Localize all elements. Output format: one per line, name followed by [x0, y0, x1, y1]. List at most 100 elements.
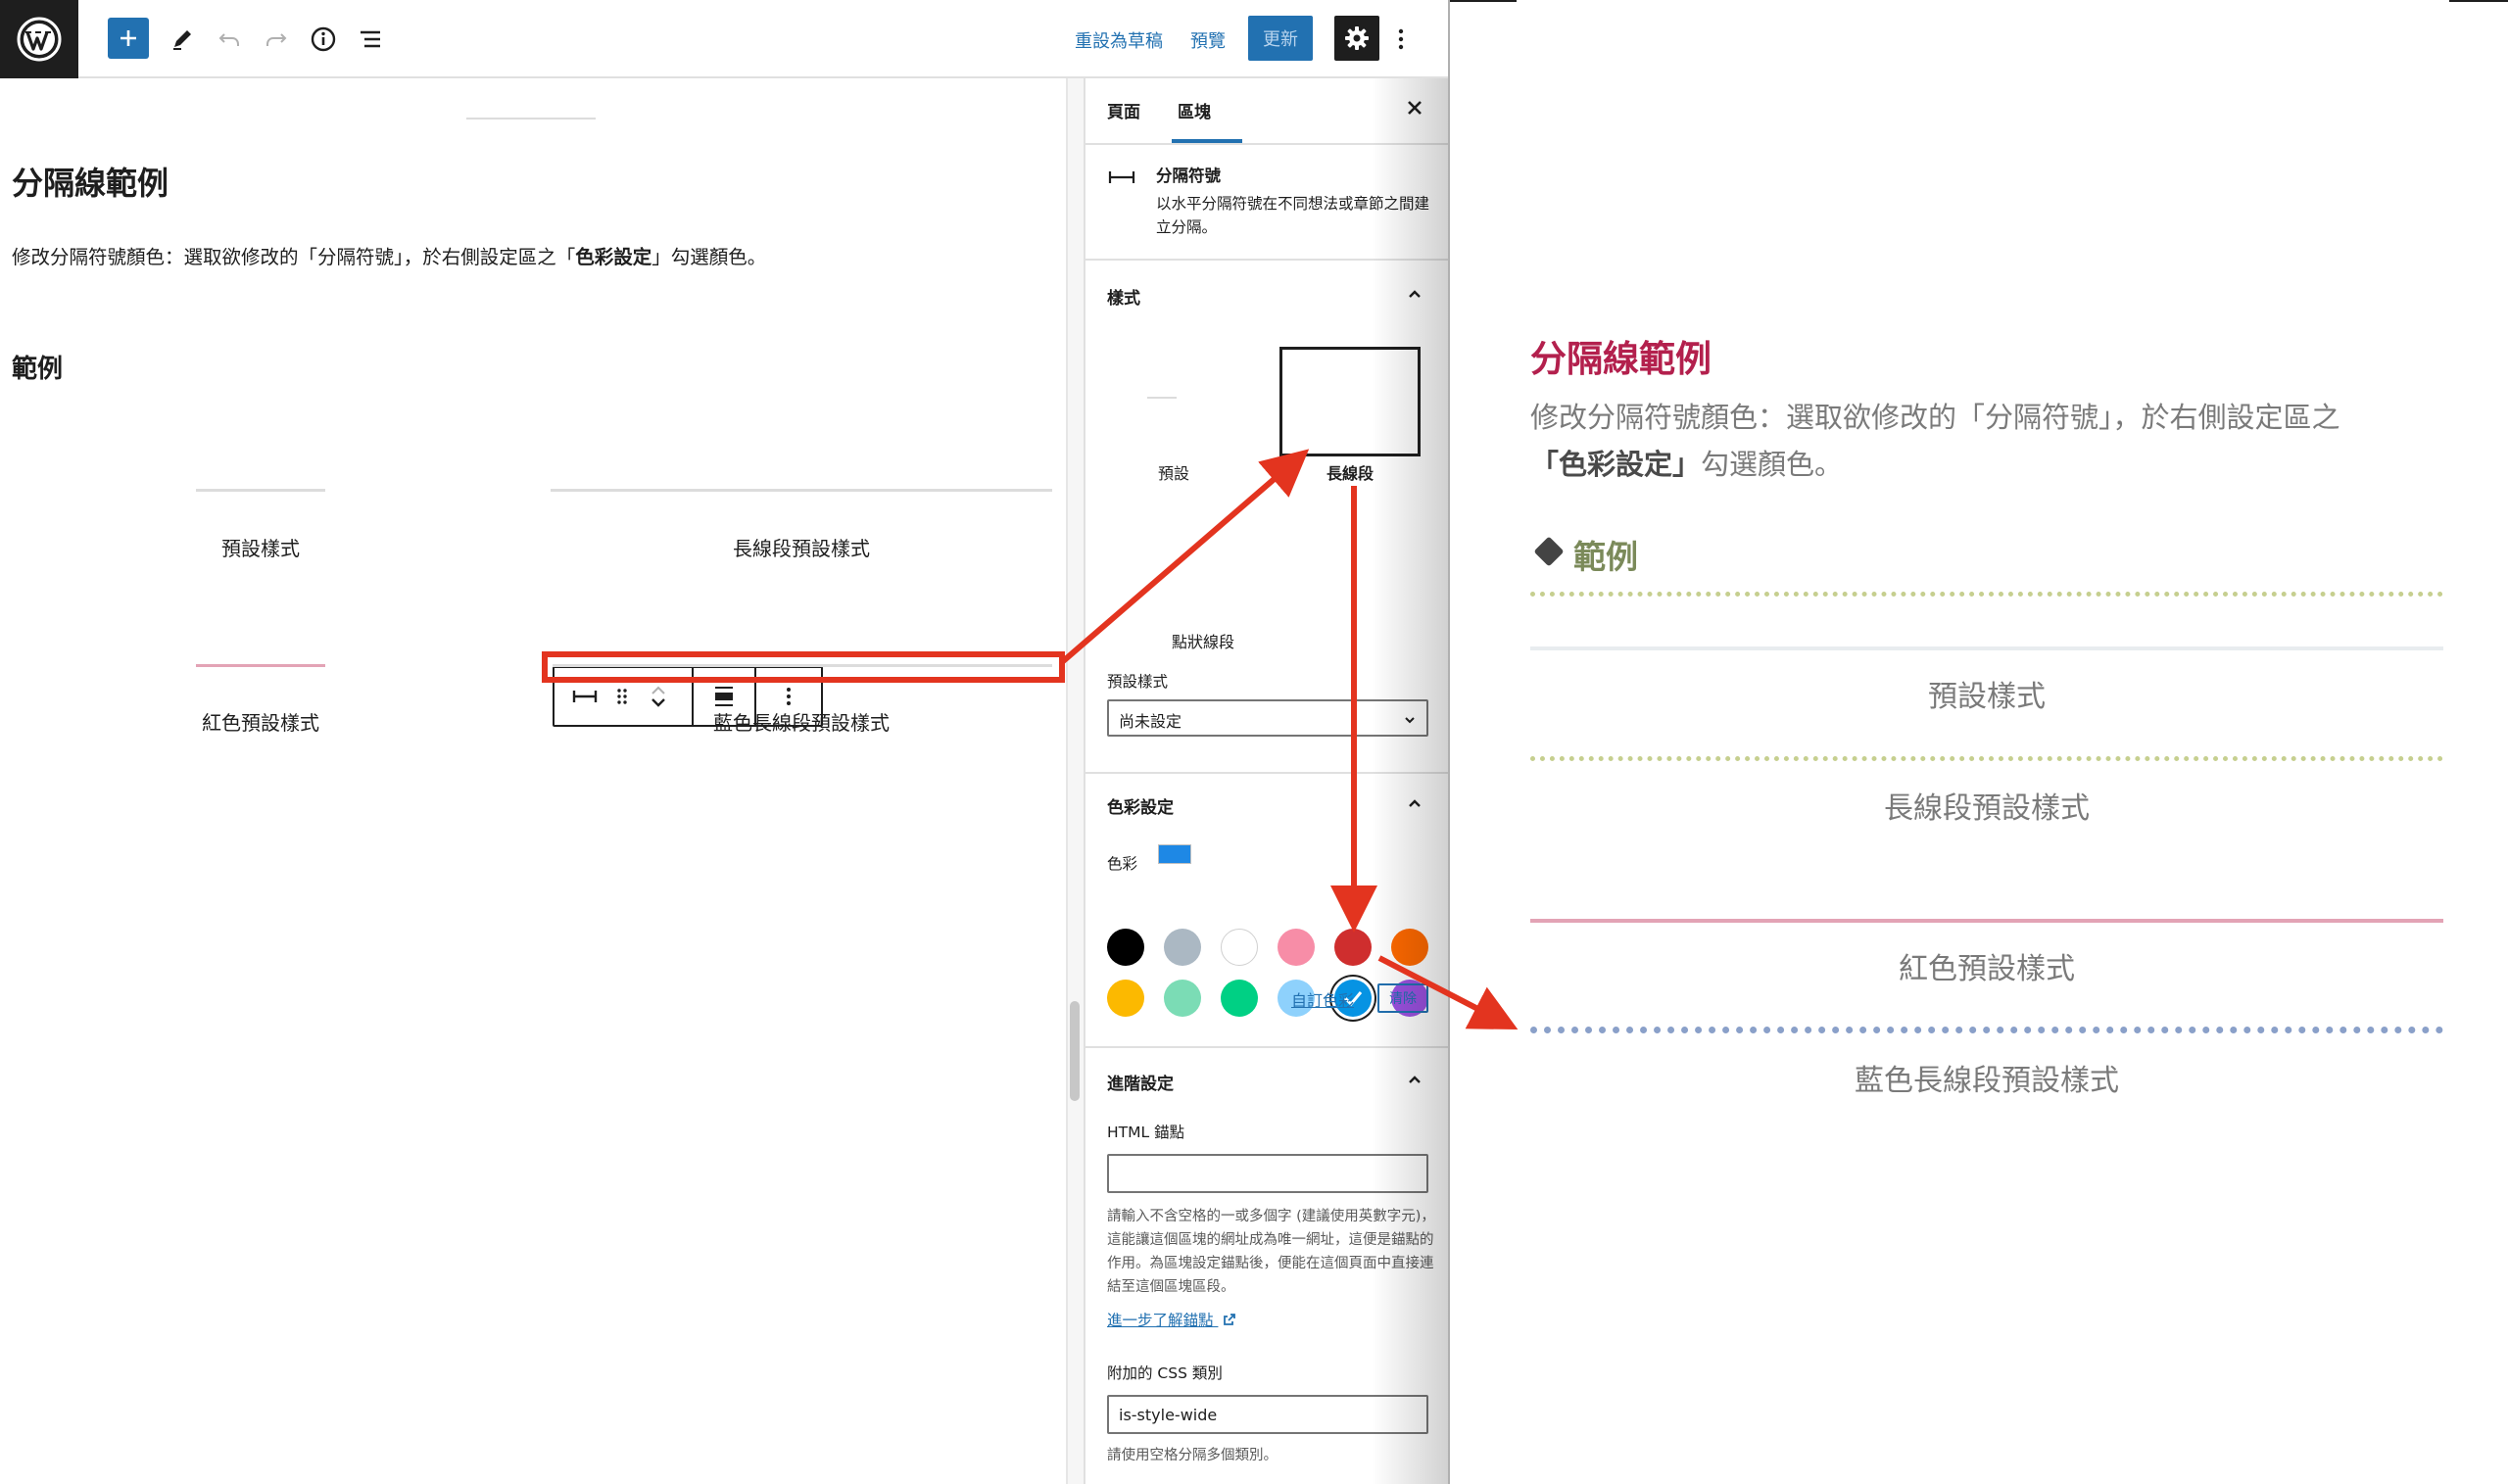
color-swatch[interactable] — [1107, 980, 1144, 1017]
divider — [1085, 143, 1450, 145]
close-icon — [1408, 101, 1422, 115]
info-icon — [311, 26, 336, 52]
chevron-up-icon[interactable] — [1407, 1072, 1423, 1087]
tab-page[interactable]: 頁面 — [1107, 98, 1140, 122]
front-end-preview: 分隔線範例 修改分隔符號顏色：選取欲修改的「分隔符號」，於右側設定區之 「色彩設… — [1448, 0, 2508, 1484]
preview-caption-default: 預設樣式 — [1928, 680, 2046, 714]
redo-icon — [266, 33, 287, 46]
custom-color-link[interactable]: 自訂色彩 — [1291, 987, 1354, 1011]
caption-red-default[interactable]: 紅色預設樣式 — [147, 707, 374, 736]
color-swatch[interactable] — [1164, 929, 1201, 966]
color-swatch[interactable] — [1391, 929, 1428, 966]
example-heading[interactable]: 範例 — [12, 349, 63, 385]
preview-top-border — [1450, 0, 1517, 2]
caption-default-style[interactable]: 預設樣式 — [147, 533, 374, 561]
switch-to-draft-button[interactable]: 重設為草稿 — [1075, 27, 1163, 53]
color-swatch[interactable] — [1278, 929, 1315, 966]
editor-canvas[interactable]: 分隔線範例 修改分隔符號顏色：選取欲修改的「分隔符號」，於右側設定區之「色彩設定… — [0, 78, 1066, 1484]
color-swatch[interactable] — [1107, 929, 1144, 966]
chevron-down-icon — [1405, 717, 1415, 724]
separator-red[interactable] — [196, 664, 325, 667]
list-view-button[interactable] — [347, 16, 394, 63]
caption-wide-default[interactable]: 長線段預設樣式 — [551, 533, 1052, 561]
chevron-up-icon[interactable] — [1407, 795, 1423, 811]
clear-color-button[interactable]: 清除 — [1377, 983, 1428, 1013]
options-menu-button[interactable] — [1379, 16, 1423, 63]
color-swatch[interactable] — [1334, 929, 1372, 966]
wordpress-logo[interactable] — [0, 0, 78, 78]
style-label-dots[interactable]: 點狀線段 — [1134, 629, 1272, 652]
color-panel-title[interactable]: 色彩設定 — [1107, 793, 1174, 818]
settings-button[interactable] — [1334, 16, 1379, 61]
current-color-indicator — [1158, 844, 1191, 864]
editor-top-bar: 重設為草稿 預覽 更新 — [0, 0, 1448, 78]
preview-button[interactable]: 預覽 — [1190, 27, 1226, 53]
chevron-up-icon[interactable] — [650, 683, 667, 696]
default-style-label: 預設樣式 — [1107, 673, 1169, 691]
post-description-text-1: 修改分隔符號顏色：選取欲修改的「分隔符號」，於右側設定區之「 — [12, 246, 576, 268]
close-sidebar-button[interactable] — [1403, 96, 1426, 120]
drag-handle-icon — [617, 689, 627, 704]
preview-description: 修改分隔符號顏色：選取欲修改的「分隔符號」，於右側設定區之 「色彩設定」勾選顏色… — [1530, 394, 2451, 488]
preview-separator-wide — [1530, 756, 2443, 761]
color-swatch[interactable] — [1221, 929, 1258, 966]
edit-tool-button[interactable] — [159, 16, 206, 63]
preview-caption-red: 紅色預設樣式 — [1899, 952, 2075, 986]
preview-subheading-underline — [1530, 592, 2443, 597]
align-wide-icon — [715, 687, 733, 706]
styles-panel-title[interactable]: 樣式 — [1107, 284, 1140, 309]
caption-blue-wide-default[interactable]: 藍色長線段預設樣式 — [551, 707, 1052, 736]
html-anchor-input[interactable] — [1107, 1154, 1428, 1193]
pencil-icon — [173, 30, 191, 50]
style-label-default[interactable]: 預設 — [1134, 460, 1213, 484]
update-button[interactable]: 更新 — [1248, 16, 1313, 61]
tab-block[interactable]: 區塊 — [1178, 98, 1211, 122]
undo-icon — [218, 33, 239, 46]
preview-heading: 分隔線範例 — [1530, 338, 1712, 380]
redo-button[interactable] — [253, 16, 300, 63]
style-label-wide[interactable]: 長線段 — [1281, 460, 1419, 484]
more-vertical-icon — [1398, 28, 1404, 50]
editor-scrollbar[interactable] — [1066, 78, 1084, 1484]
block-card-description: 以水平分隔符號在不同想法或章節之間建立分隔。 — [1156, 195, 1430, 236]
preview-description-line-2: 勾選顏色。 — [1701, 448, 1844, 481]
gear-icon — [1345, 26, 1369, 50]
separator-wide[interactable] — [551, 489, 1052, 492]
external-link-icon — [1224, 1314, 1236, 1325]
preview-separator-red — [1530, 919, 2443, 923]
css-class-help: 請使用空格分隔多個類別。 — [1107, 1448, 1278, 1463]
style-preview-default-line — [1147, 397, 1177, 399]
wordpress-icon — [17, 17, 62, 62]
preview-caption-blue-wide: 藍色長線段預設樣式 — [1855, 1064, 2119, 1098]
post-heading[interactable]: 分隔線範例 — [12, 159, 169, 204]
separator-selected[interactable] — [553, 664, 1052, 667]
more-vertical-icon — [787, 688, 791, 705]
css-class-input[interactable] — [1107, 1395, 1428, 1434]
add-block-button[interactable] — [108, 18, 149, 59]
block-card-title: 分隔符號 — [1156, 167, 1221, 185]
chevron-up-icon[interactable] — [1407, 286, 1423, 302]
color-label: 色彩 — [1107, 855, 1138, 873]
learn-more-anchors-link[interactable]: 進一步了解錨點 — [1107, 1309, 1237, 1330]
advanced-panel-title[interactable]: 進階設定 — [1107, 1070, 1174, 1094]
undo-button[interactable] — [206, 16, 253, 63]
color-swatch[interactable] — [1164, 980, 1201, 1017]
settings-sidebar: 頁面 區塊 分隔符號 以水平分隔符號在不同想法或章節之間建立分隔。 樣式 預設 … — [1084, 78, 1450, 1484]
details-button[interactable] — [300, 16, 347, 63]
default-style-select-value: 尚未設定 — [1119, 712, 1182, 731]
post-description[interactable]: 修改分隔符號顏色：選取欲修改的「分隔符號」，於右側設定區之「色彩設定」勾選顏色。 — [12, 241, 766, 269]
preview-description-line-1: 修改分隔符號顏色：選取欲修改的「分隔符號」，於右側設定區之 — [1530, 401, 2340, 434]
separator-default[interactable] — [196, 489, 325, 492]
separator-block-icon — [1108, 171, 1135, 183]
separator-block-top[interactable] — [466, 118, 596, 120]
style-option-default[interactable] — [1107, 343, 1217, 453]
preview-separator-default — [1530, 646, 2443, 650]
editor-scrollbar-thumb[interactable] — [1070, 1001, 1080, 1101]
color-swatch[interactable] — [1221, 980, 1258, 1017]
plus-icon — [121, 30, 136, 46]
preview-top-border — [2449, 0, 2508, 2]
divider — [1085, 772, 1450, 774]
default-style-select[interactable]: 尚未設定 — [1107, 699, 1428, 737]
style-option-wide[interactable] — [1279, 347, 1421, 456]
html-anchor-help: 請輸入不含空格的一或多個字 (建議使用英數字元)，這能讓這個區塊的網址成為唯一網… — [1107, 1209, 1435, 1295]
